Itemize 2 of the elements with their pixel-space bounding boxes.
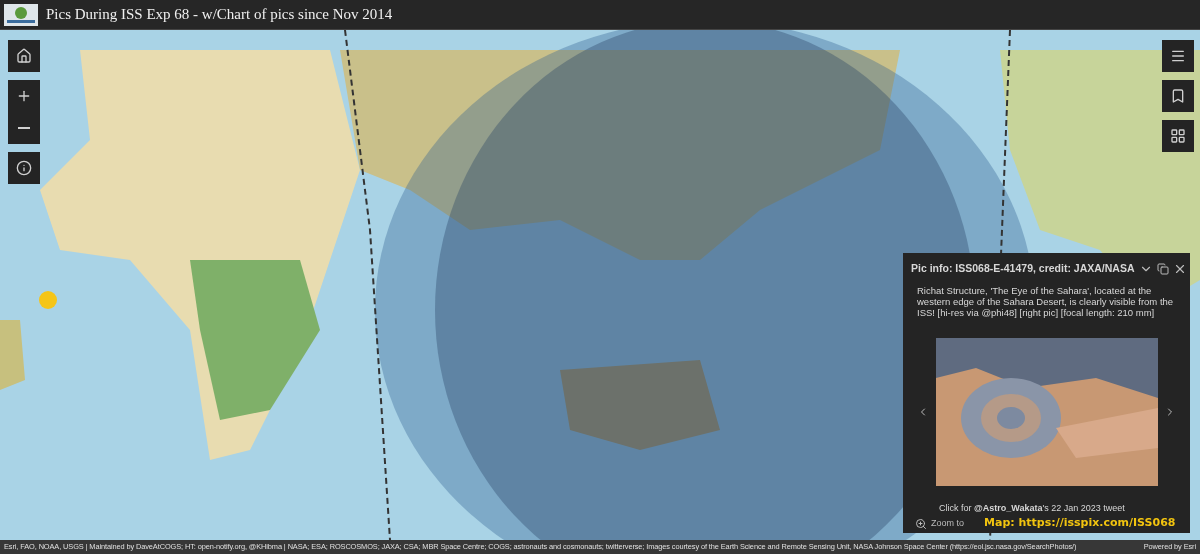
page-title: Pics During ISS Exp 68 - w/Chart of pics since Nov 2014: [46, 5, 393, 25]
logo-icon: [4, 3, 38, 26]
